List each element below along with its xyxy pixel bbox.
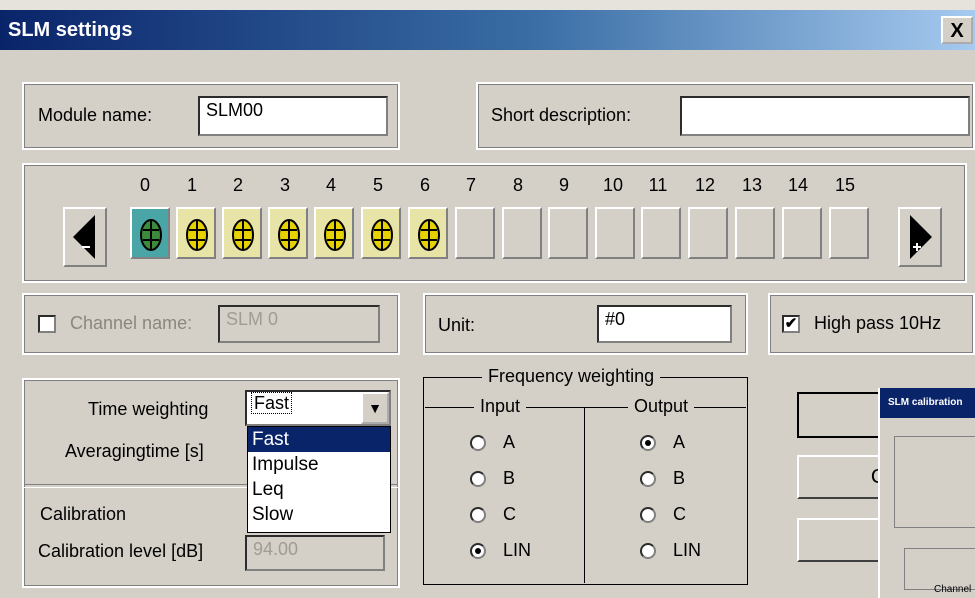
right-arrow-plus-icon xyxy=(910,215,932,259)
short-description-field[interactable] xyxy=(680,96,970,136)
microphone-icon xyxy=(140,219,162,251)
slm-calibration-title[interactable]: SLM calibration xyxy=(880,388,975,418)
input-option-lin: LIN xyxy=(503,540,532,560)
dropdown-option-leq[interactable]: Leq xyxy=(248,477,390,502)
channel-number-2: 2 xyxy=(232,175,243,195)
input-option-b: B xyxy=(503,468,516,488)
input-option-a: A xyxy=(503,432,516,452)
calibration-level-field[interactable]: 94.00 xyxy=(245,535,385,571)
input-option-c: C xyxy=(503,504,516,524)
channel-number-3: 3 xyxy=(279,175,290,195)
close-button[interactable]: X xyxy=(941,16,973,44)
output-option-b: B xyxy=(673,468,686,488)
short-description-label: Short description: xyxy=(491,105,632,125)
channel-number-5: 5 xyxy=(372,175,383,195)
prev-channel-button[interactable] xyxy=(63,207,107,267)
channel-slot-8[interactable] xyxy=(502,207,542,259)
averaging-time-label: Averagingtime [s] xyxy=(65,441,204,461)
channel-number-4: 4 xyxy=(325,175,336,195)
module-name-label: Module name: xyxy=(38,105,153,125)
channel-slot-10[interactable] xyxy=(595,207,635,259)
output-option-a: A xyxy=(673,432,686,452)
calibration-level-label: Calibration level [dB] xyxy=(38,541,204,561)
channel-number-11: 11 xyxy=(648,175,668,195)
channel-slot-12[interactable] xyxy=(688,207,728,259)
unit-field[interactable]: #0 xyxy=(597,305,732,343)
output-label: Output xyxy=(628,396,695,417)
highpass-checkbox[interactable]: ✔ xyxy=(782,315,800,333)
window-title: SLM settings xyxy=(8,19,133,41)
output-option-c: C xyxy=(673,504,686,524)
channel-number-8: 8 xyxy=(512,175,523,195)
channel-slot-1[interactable] xyxy=(176,207,216,259)
channel-number-12: 12 xyxy=(694,175,716,195)
output-radio-c[interactable] xyxy=(640,507,656,523)
output-frame xyxy=(585,407,746,583)
channel-number-14: 14 xyxy=(787,175,809,195)
channel-name-label: Channel name: xyxy=(70,313,193,333)
channel-slot-0[interactable] xyxy=(130,207,170,259)
dropdown-option-impulse[interactable]: Impulse xyxy=(248,452,390,477)
channel-slot-13[interactable] xyxy=(735,207,775,259)
dropdown-option-fast[interactable]: Fast xyxy=(248,427,390,452)
output-option-lin: LIN xyxy=(673,540,702,560)
microphone-icon xyxy=(278,219,300,251)
channel-slot-11[interactable] xyxy=(641,207,681,259)
microphone-icon xyxy=(324,219,346,251)
channel-slot-3[interactable] xyxy=(268,207,308,259)
calibration-channel-label: Channel xyxy=(934,584,972,595)
channel-slot-4[interactable] xyxy=(314,207,354,259)
output-radio-lin[interactable] xyxy=(640,543,656,559)
output-radio-b[interactable] xyxy=(640,471,656,487)
frequency-weighting-title: Frequency weighting xyxy=(482,366,661,387)
input-radio-lin[interactable] xyxy=(470,543,486,559)
channel-slot-6[interactable] xyxy=(408,207,448,259)
slm-calibration-window: SLM calibration Channel xyxy=(878,388,975,598)
channel-number-9: 9 xyxy=(558,175,569,195)
input-radio-a[interactable] xyxy=(470,435,486,451)
microphone-icon xyxy=(186,219,208,251)
top-strip xyxy=(0,0,975,10)
microphone-icon xyxy=(232,219,254,251)
title-bar[interactable]: SLM settings X xyxy=(0,10,975,50)
channel-slot-15[interactable] xyxy=(829,207,869,259)
channel-name-field[interactable]: SLM 0 xyxy=(218,305,380,343)
channel-number-0: 0 xyxy=(139,175,150,195)
microphone-icon xyxy=(418,219,440,251)
calibration-label: Calibration xyxy=(40,504,127,524)
calibration-group xyxy=(894,436,975,528)
dropdown-option-slow[interactable]: Slow xyxy=(248,502,390,527)
time-weighting-value: Fast xyxy=(251,392,293,414)
channel-number-13: 13 xyxy=(741,175,763,195)
time-weighting-label: Time weighting xyxy=(88,399,209,419)
slm-settings-window: SLM settings X Module name: SLM00 Short … xyxy=(0,0,975,598)
channel-number-6: 6 xyxy=(419,175,430,195)
left-arrow-minus-icon xyxy=(73,215,95,259)
input-label: Input xyxy=(474,396,527,417)
highpass-label: High pass 10Hz xyxy=(814,313,942,333)
channel-slot-14[interactable] xyxy=(782,207,822,259)
input-radio-b[interactable] xyxy=(470,471,486,487)
microphone-icon xyxy=(371,219,393,251)
module-name-field[interactable]: SLM00 xyxy=(198,96,388,136)
channel-slot-9[interactable] xyxy=(548,207,588,259)
channel-slot-7[interactable] xyxy=(455,207,495,259)
channel-slot-2[interactable] xyxy=(222,207,262,259)
time-weighting-select[interactable]: Fast ▼ xyxy=(245,390,391,426)
channel-number-10: 10 xyxy=(602,175,624,195)
output-radio-a[interactable] xyxy=(640,435,656,451)
channel-name-checkbox[interactable] xyxy=(38,315,56,333)
unit-label: Unit: xyxy=(438,315,476,335)
next-channel-button[interactable] xyxy=(898,207,942,267)
channel-number-1: 1 xyxy=(186,175,197,195)
channel-number-15: 15 xyxy=(834,175,856,195)
channel-number-7: 7 xyxy=(465,175,476,195)
input-radio-c[interactable] xyxy=(470,507,486,523)
time-weighting-dropdown-list: Fast Impulse Leq Slow xyxy=(247,426,391,533)
channel-slot-5[interactable] xyxy=(361,207,401,259)
chevron-down-icon[interactable]: ▼ xyxy=(361,392,389,424)
